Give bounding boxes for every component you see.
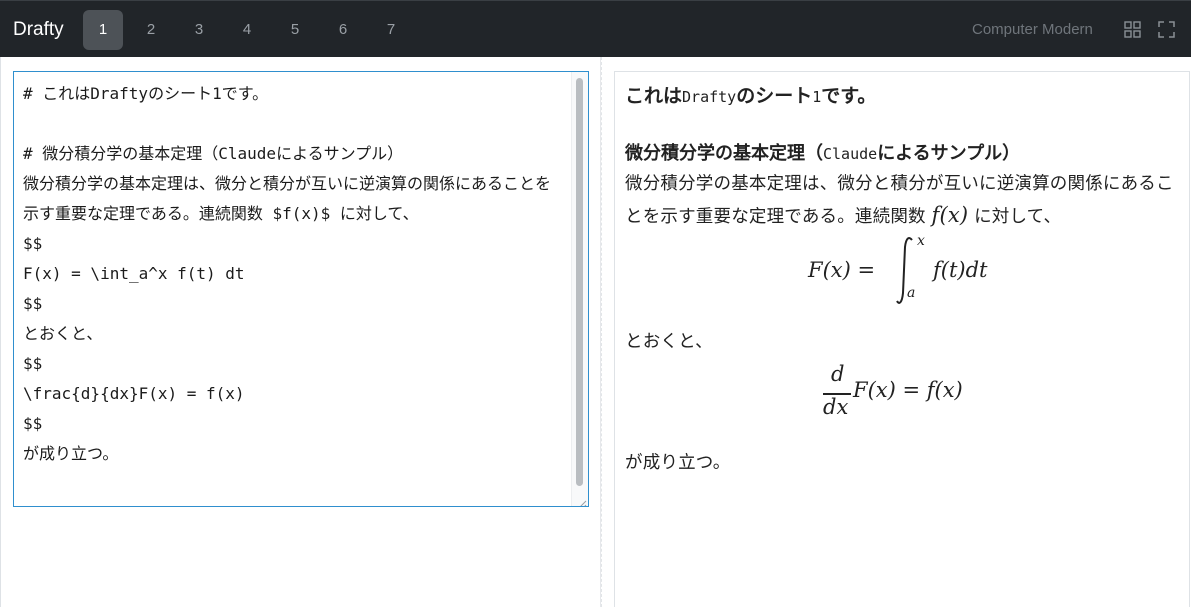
fullscreen-icon[interactable] (1157, 20, 1176, 39)
grid-icon[interactable] (1123, 20, 1142, 39)
sheet-tabs: 1 2 3 4 5 6 7 (83, 10, 419, 50)
display-equation-2: d dx F(x) = f(x) (625, 358, 1179, 448)
editor-line[interactable]: \frac{d}{dx}F(x) = f(x) (23, 379, 566, 409)
top-bar: Drafty 1 2 3 4 5 6 7 Computer Modern (0, 0, 1191, 57)
h1-text-post: のシート (736, 85, 813, 107)
scrollbar-thumb[interactable] (576, 78, 583, 486)
editor-content[interactable]: # これはDraftyのシート1です。 # 微分積分学の基本定理（Claudeに… (23, 79, 566, 469)
font-selector[interactable]: Computer Modern (972, 1, 1093, 58)
preview-paragraph-2: とおくと、 (625, 332, 713, 352)
eq2-rest: F(x) = f(x) (853, 378, 963, 402)
preview-panel: これはDraftyのシート1です。 微分積分学の基本定理（Claudeによるサン… (614, 71, 1190, 607)
preview-heading-2: 微分積分学の基本定理（Claudeによるサンプル） (625, 139, 1179, 169)
editor-scrollbar[interactable] (571, 72, 588, 506)
preview-heading-1: これはDraftyのシート1です。 (625, 81, 1179, 111)
markdown-editor[interactable]: # これはDraftyのシート1です。 # 微分積分学の基本定理（Claudeに… (13, 71, 589, 507)
eq2-denominator: dx (823, 395, 849, 419)
display-equation-1: F(x) = x a f(t)dt (625, 233, 1179, 327)
resize-grip-icon[interactable] (576, 494, 587, 506)
app-brand: Drafty (13, 19, 64, 40)
preview-paragraph-3: が成り立つ。 (625, 453, 731, 473)
h2-text-post: によるサンプル） (877, 143, 1021, 164)
panel-divider[interactable] (601, 57, 602, 607)
preview-paragraph-1: 微分積分学の基本定理は、微分と積分が互いに逆演算の関係にあることを示す重要な定理… (625, 169, 1179, 233)
h1-code: Drafty (682, 88, 737, 106)
tab-sheet-6[interactable]: 6 (323, 10, 363, 50)
rendered-preview: これはDraftyのシート1です。 微分積分学の基本定理（Claudeによるサン… (625, 81, 1179, 479)
eq1-lhs: F(x) = (808, 258, 876, 282)
editor-line[interactable]: $$ (23, 409, 566, 439)
tab-sheet-3[interactable]: 3 (179, 10, 219, 50)
editor-line[interactable]: # 微分積分学の基本定理（Claudeによるサンプル） (23, 139, 566, 169)
h2-text-pre: 微分積分学の基本定理（ (625, 143, 823, 164)
editor-line[interactable]: とおくと、 (23, 319, 566, 349)
editor-line[interactable]: # これはDraftyのシート1です。 (23, 79, 566, 109)
p1-after: に対して、 (974, 207, 1062, 227)
tab-sheet-5[interactable]: 5 (275, 10, 315, 50)
h1-number: 1 (812, 88, 822, 106)
editor-line[interactable]: $$ (23, 229, 566, 259)
editor-line[interactable]: F(x) = \int_a^x f(t) dt (23, 259, 566, 289)
tab-sheet-1[interactable]: 1 (83, 10, 123, 50)
p1-text: 微分積分学の基本定理は、微分と積分が互いに逆演算の関係にあることを示す重要な定理… (625, 174, 1174, 227)
eq1-upper-limit: x (917, 233, 925, 249)
editor-line[interactable] (23, 109, 566, 139)
editor-line[interactable]: が成り立つ。 (23, 439, 566, 469)
eq2-numerator: d (831, 362, 845, 386)
eq1-integrand: f(t)dt (933, 258, 988, 282)
editor-line[interactable]: $$ (23, 289, 566, 319)
h2-code: Claude (823, 145, 878, 163)
tab-sheet-4[interactable]: 4 (227, 10, 267, 50)
editor-line[interactable]: $$ (23, 349, 566, 379)
h1-text-pre: これは (625, 85, 683, 107)
eq1-lower-limit: a (907, 285, 916, 301)
tab-sheet-2[interactable]: 2 (131, 10, 171, 50)
editor-line[interactable]: 微分積分学の基本定理は、微分と積分が互いに逆演算の関係にあることを示す重要な定理… (23, 169, 566, 229)
h1-text-end: です。 (821, 85, 877, 107)
tab-sheet-7[interactable]: 7 (371, 10, 411, 50)
inline-math: f(x) (931, 203, 969, 227)
